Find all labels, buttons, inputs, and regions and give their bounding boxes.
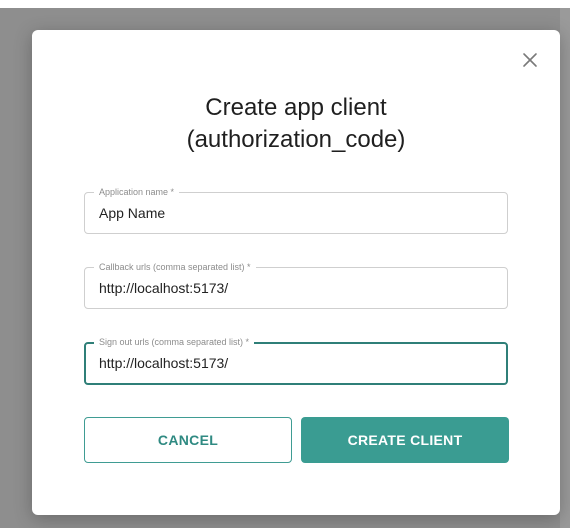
sign-out-urls-label: Sign out urls (comma separated list) * — [94, 336, 255, 348]
application-name-input[interactable] — [99, 203, 497, 223]
callback-urls-field[interactable]: Callback urls (comma separated list) * — [84, 261, 508, 309]
callback-urls-label: Callback urls (comma separated list) * — [94, 261, 256, 273]
close-button[interactable] — [520, 50, 540, 70]
dialog-title-line-1: Create app client — [205, 94, 387, 121]
create-client-button[interactable]: CREATE CLIENT — [301, 417, 509, 463]
backdrop-scrollbar[interactable] — [560, 8, 570, 528]
callback-urls-input[interactable] — [99, 278, 497, 298]
sign-out-urls-input[interactable] — [99, 353, 496, 373]
dialog-title-line-2: (authorization_code) — [186, 126, 406, 153]
cancel-button[interactable]: CANCEL — [84, 417, 292, 463]
create-app-client-dialog: Create app client (authorization_code) A… — [32, 30, 560, 515]
create-client-button-label: CREATE CLIENT — [347, 432, 463, 448]
application-name-field[interactable]: Application name * — [84, 186, 508, 234]
close-icon — [523, 53, 537, 67]
page-top-strip — [0, 0, 570, 8]
cancel-button-label: CANCEL — [157, 432, 219, 448]
sign-out-urls-field[interactable]: Sign out urls (comma separated list) * — [84, 336, 508, 385]
dialog-title: Create app client (authorization_code) — [32, 92, 560, 156]
application-name-label: Application name * — [94, 186, 180, 198]
